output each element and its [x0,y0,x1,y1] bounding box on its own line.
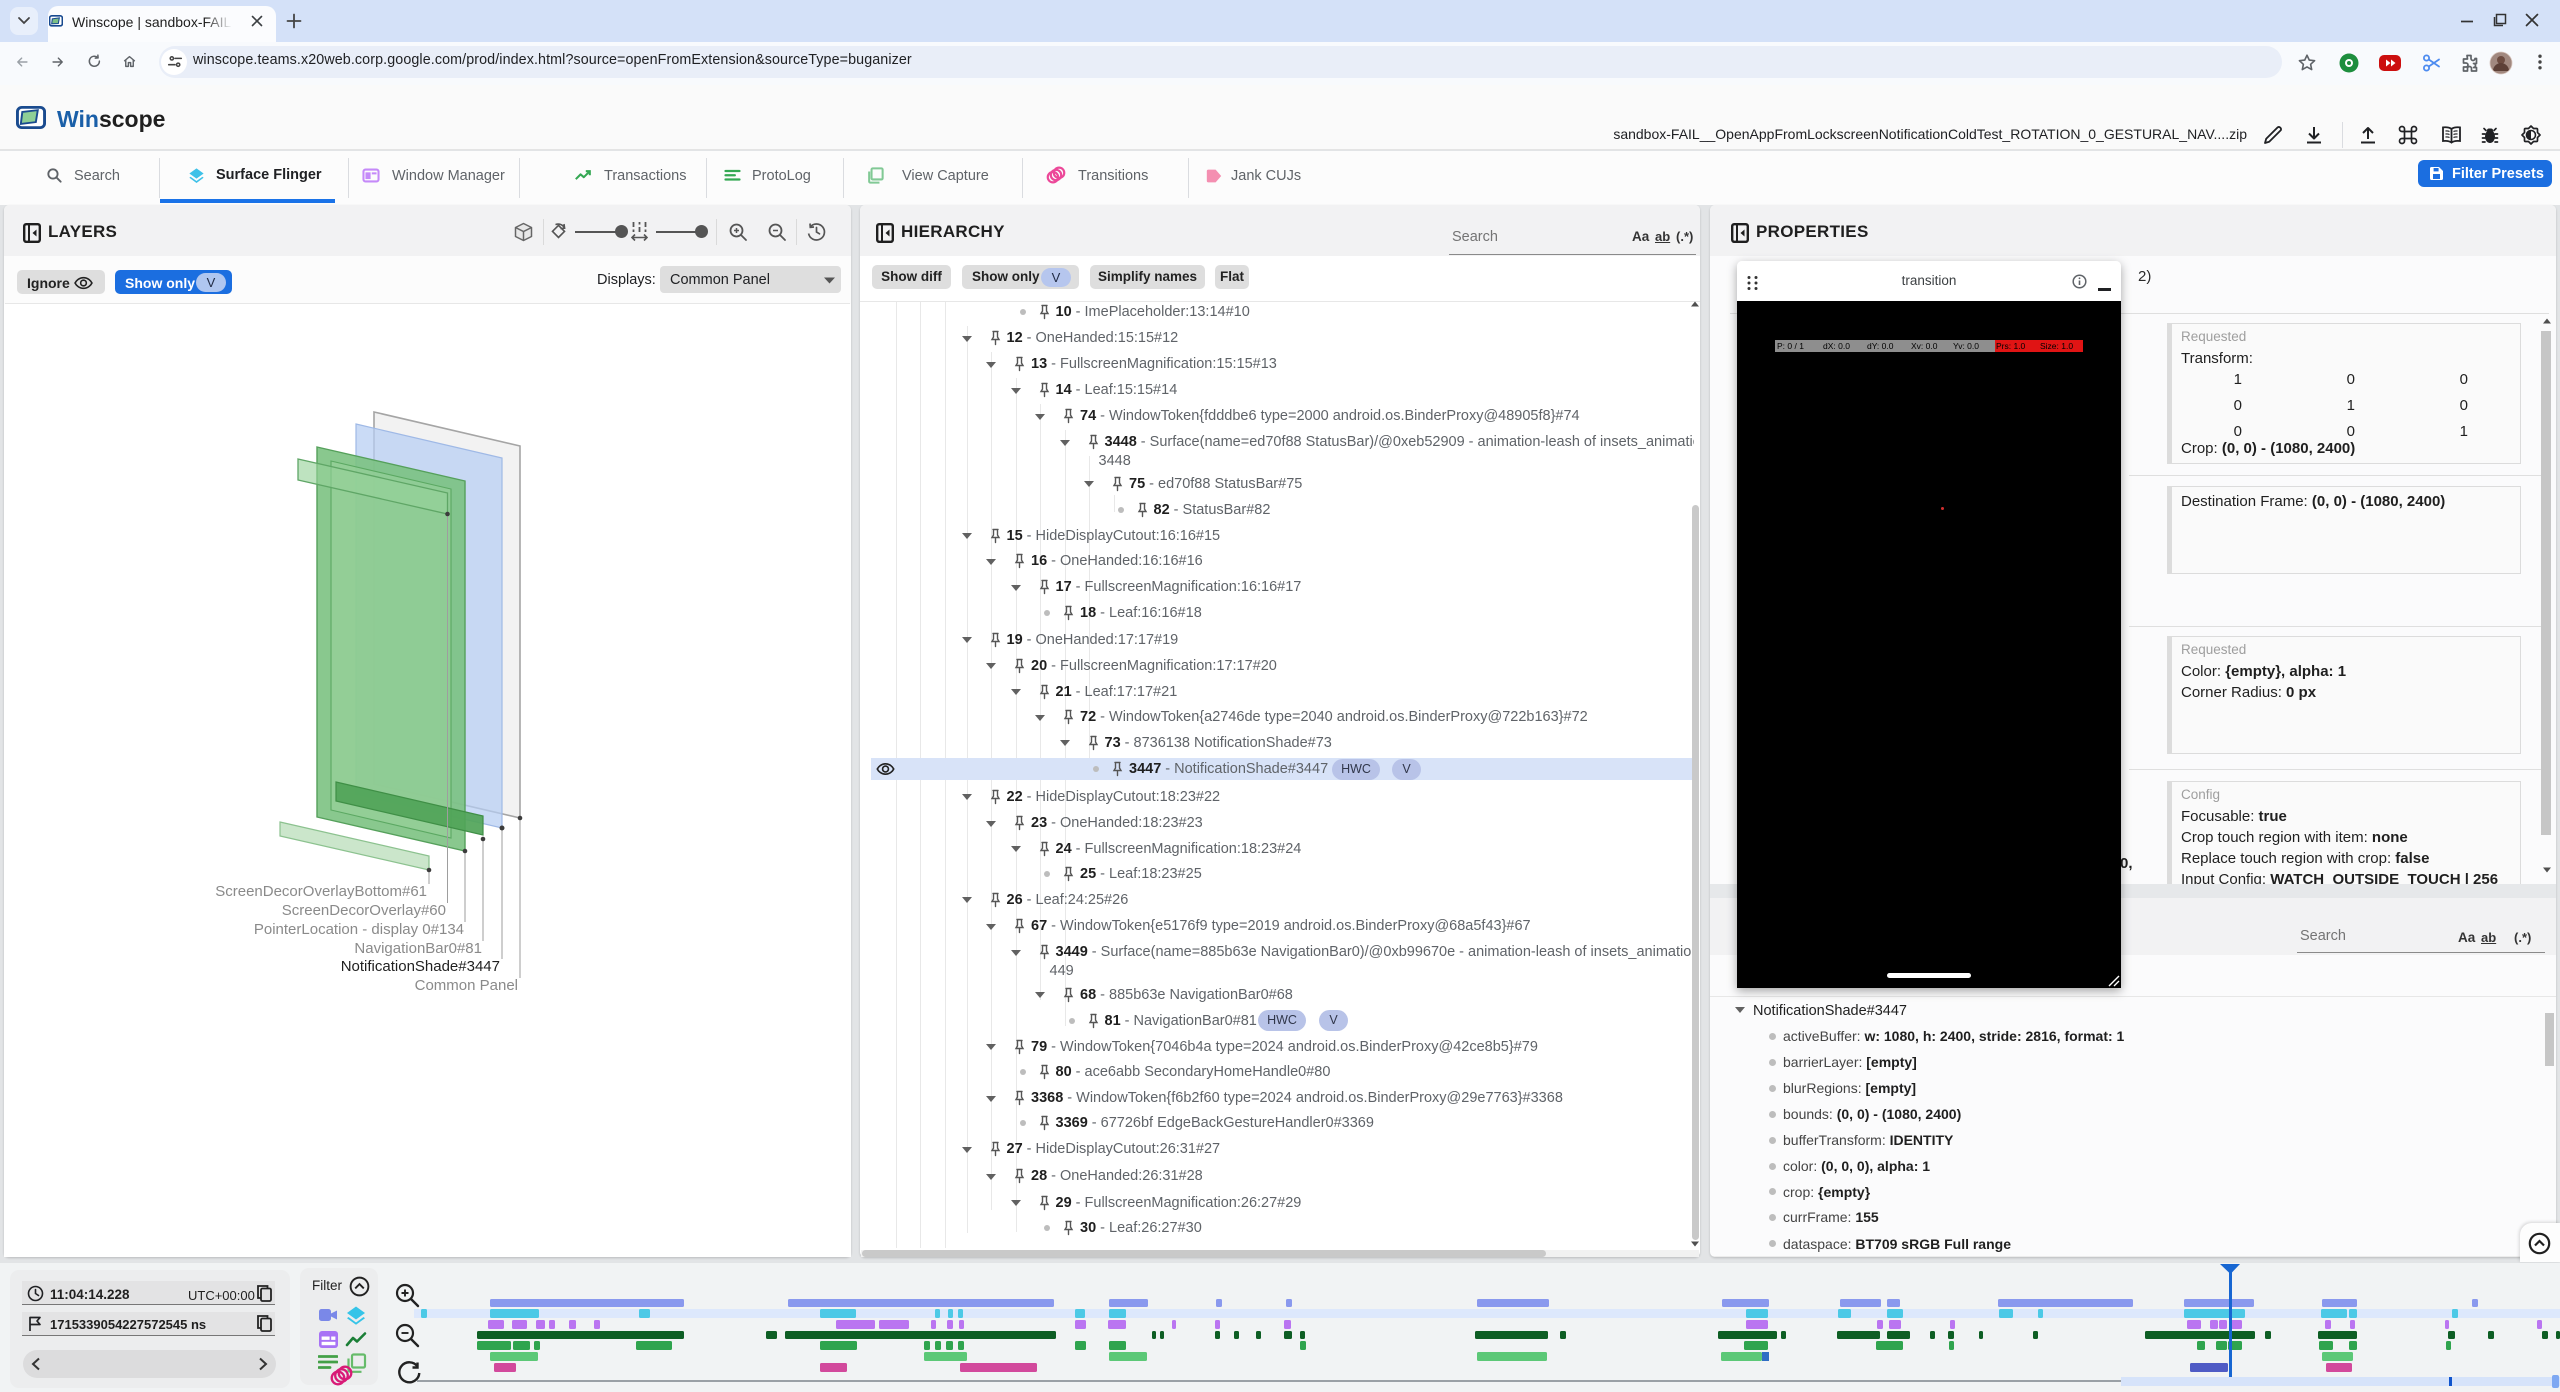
svg-text:NavigationBar0#81: NavigationBar0#81 [354,940,482,957]
svg-text:ScreenDecorOverlayBottom#61: ScreenDecorOverlayBottom#61 [215,883,427,900]
svg-text:ScreenDecorOverlay#60: ScreenDecorOverlay#60 [282,902,446,919]
svg-text:NotificationShade#3447: NotificationShade#3447 [341,958,500,975]
svg-text:PointerLocation - display 0#13: PointerLocation - display 0#134 [254,921,464,938]
svg-text:Common Panel: Common Panel [415,977,518,994]
